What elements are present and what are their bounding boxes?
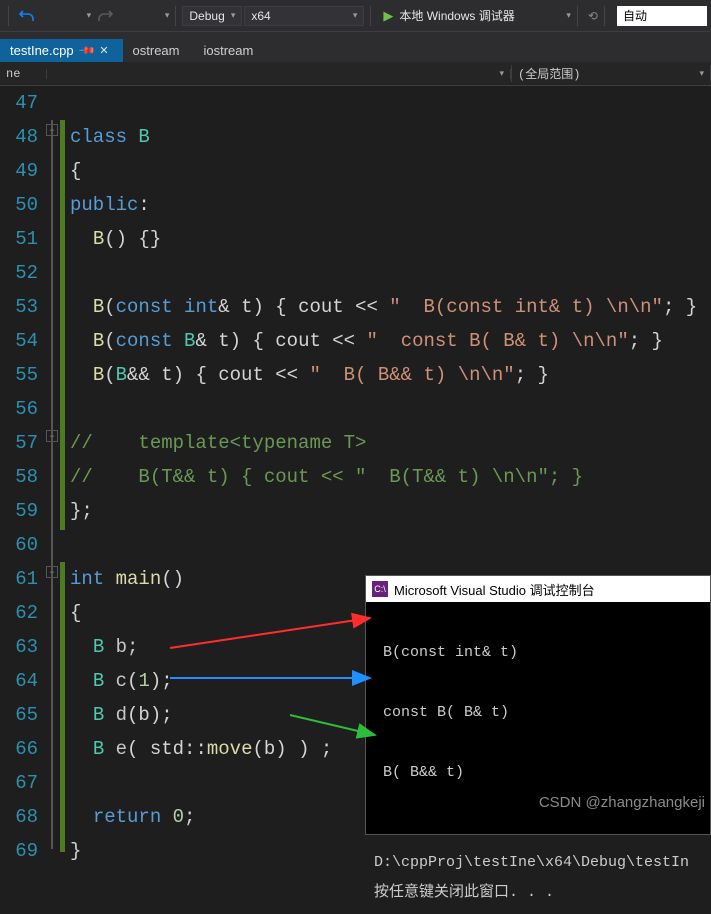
line-number: 49	[0, 154, 38, 188]
chevron-down-icon: ▾	[231, 10, 236, 21]
tab-label: ostream	[133, 43, 180, 58]
auto-label: 自动	[623, 7, 647, 24]
undo-button[interactable]	[15, 6, 39, 26]
line-number: 48	[0, 120, 38, 154]
tab-iostream[interactable]: iostream	[194, 39, 268, 62]
tab-ostream[interactable]: ostream	[123, 39, 194, 62]
console-titlebar[interactable]: C:\ Microsoft Visual Studio 调试控制台	[366, 576, 710, 602]
tab-label: testIne.cpp	[10, 43, 74, 58]
line-number: 61	[0, 562, 38, 596]
scope-class-combo[interactable]: ▾	[46, 69, 511, 79]
line-number: 59	[0, 494, 38, 528]
line-number: 68	[0, 800, 38, 834]
fold-toggle-icon[interactable]: −	[46, 430, 58, 442]
console-output: B(const int& t) const B( B& t) B( B&& t)…	[366, 602, 710, 914]
close-icon[interactable]: ✕	[99, 44, 108, 57]
line-number: 65	[0, 698, 38, 732]
line-number: 64	[0, 664, 38, 698]
chevron-down-icon: ▾	[499, 69, 504, 79]
redo-split-chevron[interactable]: ▾	[165, 10, 170, 21]
fold-toggle-icon[interactable]: −	[46, 566, 58, 578]
line-number: 58	[0, 460, 38, 494]
debugger-label[interactable]: 本地 Windows 调试器	[399, 7, 514, 24]
debugger-chevron[interactable]: ▾	[566, 10, 571, 21]
vs-icon: C:\	[372, 581, 388, 597]
line-number: 66	[0, 732, 38, 766]
line-number: 63	[0, 630, 38, 664]
line-number: 55	[0, 358, 38, 392]
line-number: 47	[0, 86, 38, 120]
auto-combo[interactable]: 自动	[617, 6, 707, 26]
line-number: 60	[0, 528, 38, 562]
solution-config-combo[interactable]: Debug ▾	[182, 6, 242, 26]
console-title-text: Microsoft Visual Studio 调试控制台	[394, 580, 595, 599]
main-toolbar: ▾ ▾ Debug ▾ x64 ▾ ▶ 本地 Windows 调试器 ▾ ⟲ 自…	[0, 0, 711, 32]
watermark: CSDN @zhangzhangkeji	[539, 794, 705, 811]
pin-icon[interactable]: 📌	[77, 41, 96, 60]
line-number: 67	[0, 766, 38, 800]
solution-config-value: Debug	[189, 9, 224, 23]
navigation-scope-bar: ne ▾ (全局范围) ▾	[0, 62, 711, 86]
tab-testine-cpp[interactable]: testIne.cpp 📌 ✕	[0, 39, 123, 62]
redo-button[interactable]	[93, 6, 117, 26]
scope-member-label: (全局范围)	[518, 65, 580, 82]
line-number: 52	[0, 256, 38, 290]
scope-namespace[interactable]: ne	[0, 67, 46, 81]
tab-label: iostream	[204, 43, 254, 58]
fold-column[interactable]: − − −	[46, 86, 60, 849]
line-number: 69	[0, 834, 38, 868]
line-number: 56	[0, 392, 38, 426]
hot-reload-icon[interactable]: ⟲	[588, 9, 598, 23]
line-number: 51	[0, 222, 38, 256]
fold-toggle-icon[interactable]: −	[46, 124, 58, 136]
chevron-down-icon: ▾	[353, 10, 358, 21]
line-number: 57	[0, 426, 38, 460]
line-number: 53	[0, 290, 38, 324]
line-number: 50	[0, 188, 38, 222]
line-number: 54	[0, 324, 38, 358]
chevron-down-icon: ▾	[699, 69, 704, 79]
solution-platform-value: x64	[251, 9, 270, 23]
line-number: 62	[0, 596, 38, 630]
start-debug-icon[interactable]: ▶	[383, 8, 393, 24]
change-indicator-column	[60, 86, 66, 849]
undo-split-chevron[interactable]: ▾	[87, 10, 92, 21]
line-number-gutter: 4748495051525354555657585960616263646566…	[0, 86, 46, 849]
scope-member-combo[interactable]: (全局范围) ▾	[511, 65, 711, 82]
solution-platform-combo[interactable]: x64 ▾	[244, 6, 364, 26]
editor-tabs: testIne.cpp 📌 ✕ ostream iostream	[0, 32, 711, 62]
